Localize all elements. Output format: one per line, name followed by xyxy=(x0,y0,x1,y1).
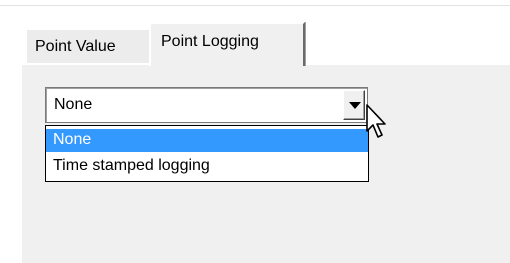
chevron-down-icon xyxy=(349,102,361,109)
combobox-dropdown-button[interactable] xyxy=(343,90,365,120)
combobox-selected-value: None xyxy=(54,96,93,113)
tab-point-logging[interactable]: Point Logging xyxy=(149,22,305,66)
mouse-pointer-icon xyxy=(366,104,386,138)
logging-mode-dropdown-list: None Time stamped logging xyxy=(45,125,369,182)
dropdown-option-none[interactable]: None xyxy=(46,129,368,152)
tab-point-logging-label: Point Logging xyxy=(161,33,259,50)
tab-strip: Point Value Point Logging xyxy=(0,0,510,66)
tab-point-value-label: Point Value xyxy=(35,38,116,55)
logging-mode-combobox[interactable]: None xyxy=(45,87,368,123)
tab-point-value[interactable]: Point Value xyxy=(26,29,150,65)
dropdown-option-time-stamped-logging[interactable]: Time stamped logging xyxy=(46,155,368,178)
